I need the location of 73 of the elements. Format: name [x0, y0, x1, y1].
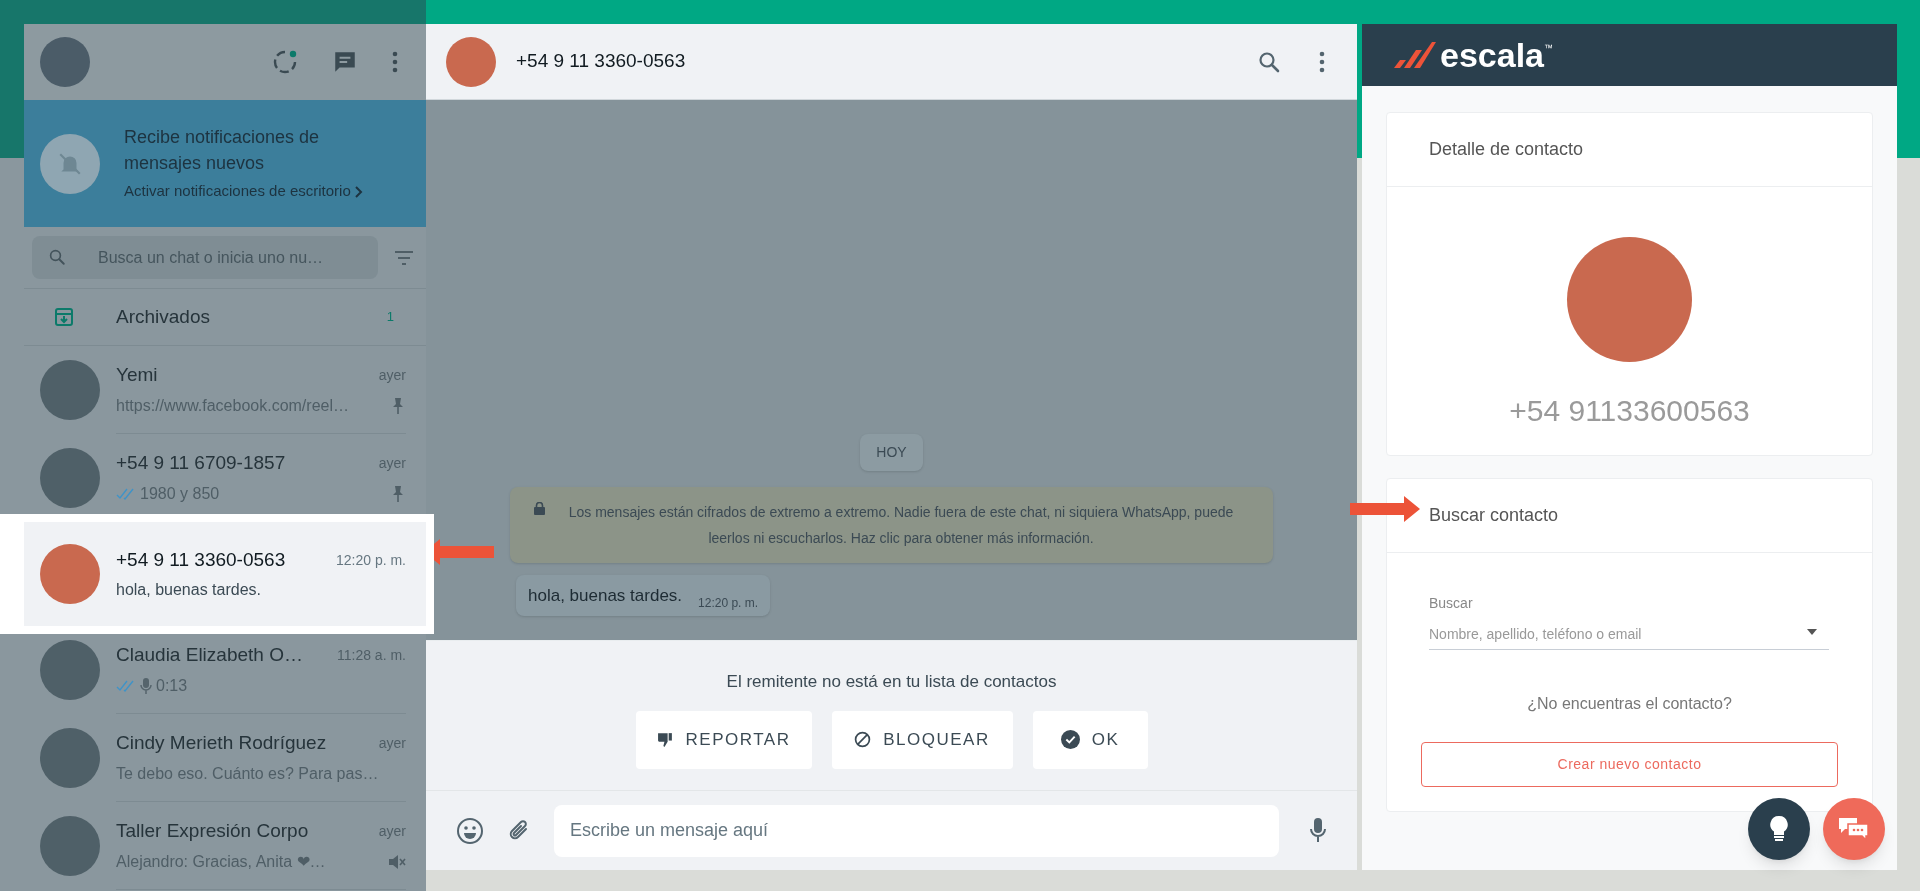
encryption-notice[interactable]: Los mensajes están cifrados de extremo a extremo. Nadie fuera de este chat, ni siquiera WhatsApp, puede leerlos ni escucharlos. Haz clic para obtener más información.: [510, 486, 1273, 563]
archive-icon: [54, 307, 74, 327]
search-icon[interactable]: [1257, 49, 1281, 74]
dropdown-caret-icon: [1807, 629, 1817, 635]
chat-time: ayer: [378, 366, 406, 385]
action-button[interactable]: REPORTAR: [635, 710, 812, 769]
card-title: Buscar contacto: [1429, 504, 1559, 527]
contact-search-dropdown[interactable]: Nombre, apellido, teléfono o email: [1429, 624, 1829, 650]
annotation-arrow: [1350, 496, 1420, 522]
lock-icon: [534, 501, 545, 515]
message-preview: Te debo eso. Cuánto es? Para pas…: [116, 763, 379, 784]
chat-name: Claudia Elizabeth O…: [116, 643, 303, 668]
message-preview: 0:13: [156, 675, 188, 696]
message-input[interactable]: Escribe un mensaje aquí: [554, 804, 1279, 857]
logo-text: escala: [1440, 38, 1544, 72]
message-text: hola, buenas tardes.: [528, 584, 683, 607]
lightbulb-button[interactable]: [1748, 798, 1810, 860]
check-circle-icon: [1060, 730, 1080, 749]
create-contact-button[interactable]: Crear nuevo contacto: [1421, 742, 1838, 787]
chat-time: 12:20 p. m.: [335, 550, 406, 570]
microphone-icon[interactable]: [1309, 816, 1327, 845]
archived-label: Archivados: [116, 304, 210, 329]
profile-photo-placeholder[interactable]: [40, 37, 90, 87]
chat-time: 11:28 a. m.: [337, 646, 406, 665]
chat-support-button[interactable]: [1823, 798, 1885, 860]
chat-name: Yemi: [116, 363, 158, 388]
contact-photo-placeholder[interactable]: [446, 36, 496, 87]
contact-photo-placeholder: [40, 728, 100, 788]
notice-text: Los mensajes están cifrados de extremo a extremo. Nadie fuera de este chat, ni siquiera WhatsApp, puede leerlos ni escucharlos. Haz clic para obtener más información.: [567, 502, 1235, 548]
contact-photo-placeholder: [40, 360, 100, 420]
date-chip: HOY: [860, 433, 923, 471]
message-preview: Alejandro: Gracias, Anita ❤…: [116, 851, 326, 872]
contact-photo-placeholder: [40, 640, 100, 700]
message-preview: hola, buenas tardes.: [116, 580, 261, 601]
chat-name: +54 9 11 6709-1857: [116, 451, 286, 476]
trademark-mark: ™: [1544, 42, 1553, 55]
contact-photo-placeholder: [40, 448, 100, 508]
archived-row[interactable]: Archivados 1: [24, 289, 426, 345]
status-icon[interactable]: [272, 49, 298, 75]
message-time: 12:20 p. m.: [698, 595, 759, 612]
thumbs-down-icon: [656, 731, 674, 748]
chat-name: Cindy Merieth Rodríguez: [116, 731, 327, 756]
logo-bars-icon: [1392, 40, 1436, 70]
search-icon[interactable]: [48, 248, 66, 266]
emoji-icon[interactable]: [456, 816, 484, 845]
action-button[interactable]: OK: [1032, 710, 1148, 769]
archived-count: 1: [386, 308, 394, 327]
chat-time: ayer: [378, 734, 406, 753]
card-title: Detalle de contacto: [1429, 138, 1584, 161]
chat-name: Taller Expresión Corpo: [116, 819, 309, 844]
notification-banner[interactable]: Recibe notificaciones de mensajes nuevos Activar notificaciones de escritorio: [24, 100, 426, 227]
banner-title: Recibe notificaciones de mensajes nuevos: [124, 126, 321, 176]
menu-icon[interactable]: [1319, 50, 1325, 73]
lightbulb-icon: [1769, 815, 1789, 843]
filter-icon[interactable]: [394, 249, 414, 266]
block-icon: [854, 731, 872, 748]
message-preview: 1980 y 850: [140, 483, 220, 504]
menu-icon[interactable]: [392, 51, 398, 73]
contact-photo-placeholder: [40, 816, 100, 876]
search-field[interactable]: Busca un chat o inicia uno nu…: [32, 236, 378, 279]
chevron-right-icon: [354, 185, 363, 198]
contact-phone: +54 91133600563: [1509, 393, 1750, 429]
banner-link[interactable]: Activar notificaciones de escritorio: [124, 180, 351, 203]
chat-time: ayer: [378, 822, 406, 841]
chat-time: ayer: [378, 454, 406, 473]
unknown-sender-text: El remitente no está en tu lista de contactos: [726, 671, 1057, 693]
not-found-text: ¿No encuentras el contacto?: [1526, 694, 1733, 714]
field-label: Buscar: [1429, 594, 1474, 613]
action-button[interactable]: BLOQUEAR: [831, 710, 1013, 769]
chat-name: +54 9 11 3360-0563: [116, 547, 286, 572]
chat-title[interactable]: +54 9 11 3360-0563: [516, 47, 686, 76]
message-preview: https://www.facebook.com/reel…: [116, 395, 349, 416]
contact-photo-placeholder: [40, 544, 100, 604]
